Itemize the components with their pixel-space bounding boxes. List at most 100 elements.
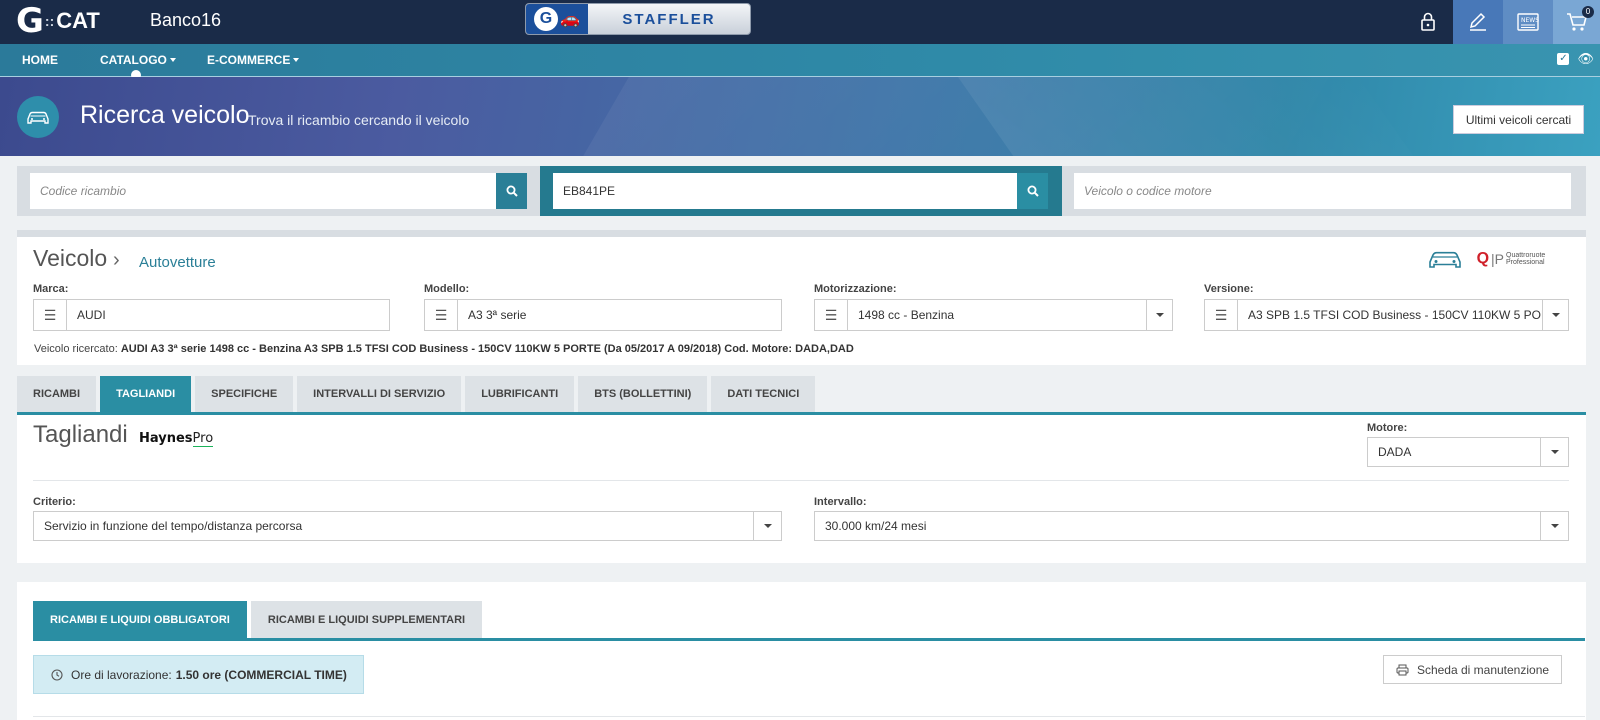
criteria-value: Servizio in funzione del tempo/distanza … [44,519,303,533]
model-select[interactable]: ☰ A3 3ª serie [424,299,782,331]
tab-tagliandi[interactable]: TAGLIANDI [100,376,192,412]
staffler-brand-banner: G 🚗 STAFFLER [525,3,751,35]
news-icon[interactable]: NEWS [1503,0,1553,44]
tab-bts-bollettini[interactable]: BTS (BOLLETTINI) [578,376,708,412]
caret-down-icon [1550,450,1559,454]
cart-count-badge: 0 [1582,6,1594,18]
menu-icon[interactable]: ☰ [815,300,848,330]
tab-intervalli-servizio[interactable]: INTERVALLI DI SERVIZIO [297,376,462,412]
dropdown-toggle[interactable] [1540,438,1568,466]
dropdown-toggle[interactable] [1146,300,1172,330]
chevron-down-icon [169,58,176,62]
vehicle-category[interactable]: Autovetture [139,254,216,271]
clock-icon [51,668,63,681]
menu-icon[interactable]: ☰ [425,300,458,330]
page-subtitle: Trova il ricambio cercando il veicolo [248,112,470,128]
logo-cat: CAT [56,8,100,33]
gcat-logo[interactable]: G :: CAT [16,1,100,41]
caret-down-icon [1551,313,1560,317]
qp-brand-text: Quattroruote Professional [1506,252,1546,266]
engine-code-value: DADA [1378,445,1412,459]
top-bar: G :: CAT Banco16 G 🚗 STAFFLER NEWS 0 [0,0,1600,44]
version-label: Versione: [1204,283,1254,295]
chevron-down-icon [293,58,300,62]
pencil-icon[interactable] [1453,0,1503,44]
engine-code-select[interactable]: DADA [1367,437,1569,467]
searched-vehicle-value: AUDI A3 3ª serie 1498 cc - Benzina A3 SP… [120,343,854,355]
interval-label: Intervallo: [814,496,867,508]
page-title: Ricerca veicolo [80,101,250,129]
part-code-field[interactable] [30,173,496,209]
parts-fluids-panel: RICAMBI E LIQUIDI OBBLIGATORI RICAMBI E … [17,582,1586,720]
vehicle-tabs: RICAMBI TAGLIANDI SPECIFICHE INTERVALLI … [17,376,816,412]
search-icon [506,185,518,197]
labor-hours-label: Ore di lavorazione: [71,667,172,682]
tab-dati-tecnici[interactable]: DATI TECNICI [711,376,816,412]
plate-input[interactable] [553,173,1017,209]
tab-ricambi[interactable]: RICAMBI [17,376,97,412]
version-value: A3 SPB 1.5 TFSI COD Business - 150CV 110… [1248,308,1542,322]
tagliandi-panel: Tagliandi HaynesPro Motore: DADA Criteri… [17,415,1586,563]
vehicle-panel: Veicolo › Autovetture Q |P Quattroruote … [17,230,1586,365]
nav-ecommerce-label: E-COMMERCE [207,53,291,67]
engine-type-value: 1498 cc - Benzina [858,308,955,322]
station-name: Banco16 [150,10,222,30]
tab-mandatory-parts[interactable]: RICAMBI E LIQUIDI OBBLIGATORI [33,601,247,638]
engine-type-select[interactable]: ☰ 1498 cc - Benzina [814,299,1173,331]
dropdown-toggle[interactable] [1542,300,1568,330]
parts-tabs: RICAMBI E LIQUIDI OBBLIGATORI RICAMBI E … [33,601,483,638]
page-header: Ricerca veicolo Trova il ricambio cercan… [0,77,1600,156]
parts-tabs-underline [33,638,1585,641]
menu-icon[interactable]: ☰ [34,300,67,330]
qp-separator: |P [1491,251,1504,267]
caret-down-icon [1155,313,1164,317]
version-select[interactable]: ☰ A3 SPB 1.5 TFSI COD Business - 150CV 1… [1204,299,1569,331]
engine-code-label: Motore: [1367,422,1408,434]
vehicle-engine-field[interactable] [1074,173,1571,209]
nav-catalogo-label: CATALOGO [100,53,167,67]
nav-catalogo[interactable]: CATALOGO [100,53,176,67]
cart-icon[interactable]: 0 [1553,0,1600,44]
caret-down-icon [1550,524,1559,528]
chevron-right-icon: › [113,249,120,271]
plate-field[interactable] [553,173,1017,209]
brand-value: AUDI [77,308,106,322]
dropdown-toggle[interactable] [1540,512,1568,540]
dropdown-toggle[interactable] [753,512,781,540]
part-code-search-button[interactable] [496,173,527,209]
nav-ecommerce[interactable]: E-COMMERCE [207,53,300,67]
interval-value: 30.000 km/24 mesi [825,519,927,533]
recent-vehicles-button[interactable]: Ultimi veicoli cercati [1453,105,1584,134]
divider [33,716,1585,717]
haynespro-logo-pro: Pro [192,431,214,447]
criteria-select[interactable]: Servizio in funzione del tempo/distanza … [33,511,782,541]
nav-home[interactable]: HOME [22,53,58,67]
tab-lubrificanti[interactable]: LUBRIFICANTI [465,376,575,412]
interval-select[interactable]: 30.000 km/24 mesi [814,511,1569,541]
divider [33,480,1569,481]
svg-text:NEWS: NEWS [1521,17,1539,24]
tab-supplementary-parts[interactable]: RICAMBI E LIQUIDI SUPPLEMENTARI [250,601,483,638]
tab-specifiche[interactable]: SPECIFICHE [195,376,294,412]
menu-icon[interactable]: ☰ [1205,300,1238,330]
quattroruote-logo: Q |P Quattroruote Professional [1477,250,1578,268]
plate-search-button[interactable] [1017,173,1048,209]
haynespro-logo-bold: Haynes [139,431,193,446]
part-code-input[interactable] [30,173,496,209]
search-icon [1027,185,1039,197]
checkbox-icon[interactable]: ✓ [1557,53,1570,65]
labor-hours-box: Ore di lavorazione: 1.50 ore (COMMERCIAL… [33,655,364,694]
eye-icon[interactable]: 👁 [1577,52,1594,65]
nav-home-label: HOME [22,53,58,67]
maintenance-sheet-label: Scheda di manutenzione [1416,662,1550,677]
vehicle-engine-input[interactable] [1074,173,1571,209]
logo-g: G [16,1,44,41]
logo-dots: :: [44,13,55,29]
lock-icon[interactable] [1403,0,1453,44]
brand-select[interactable]: ☰ AUDI [33,299,390,331]
staffler-badge: G 🚗 [526,4,588,34]
maintenance-sheet-button[interactable]: Scheda di manutenzione [1383,655,1562,684]
searched-vehicle-label: Veicolo ricercato: [34,343,118,355]
haynespro-logo: HaynesPro [139,431,214,447]
labor-hours-value: 1.50 ore (COMMERCIAL TIME) [175,667,347,682]
